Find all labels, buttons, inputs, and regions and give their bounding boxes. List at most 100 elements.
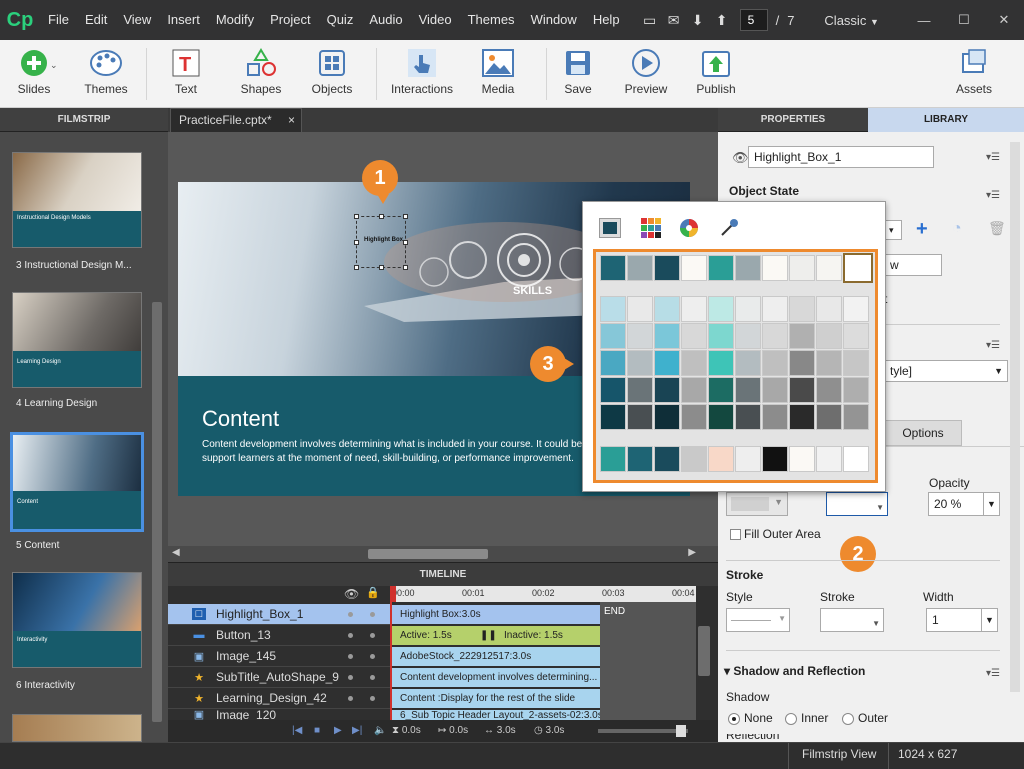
color-swatch[interactable] [708,404,734,430]
publish-button[interactable]: Publish [692,44,740,106]
slide-title[interactable]: Content [202,406,279,432]
fill-outer-color-dropdown[interactable]: ▼ [826,492,888,516]
recent-color-swatch[interactable] [816,446,842,472]
lock-icon[interactable]: 🔒 [366,586,380,599]
objects-button[interactable]: Objects [308,44,356,106]
color-swatch[interactable] [681,377,707,403]
tab-properties[interactable]: PROPERTIES [718,108,868,132]
color-swatch[interactable] [627,377,653,403]
tab-options[interactable]: Options [884,420,962,446]
panel-menu-icon[interactable]: ▾☰ [986,340,1000,351]
resize-handle[interactable] [354,265,359,270]
stop-icon[interactable]: ■ [314,725,320,736]
color-swatch[interactable] [708,255,734,281]
mail-icon[interactable]: ✉ [662,8,686,32]
properties-scrollbar[interactable] [1010,142,1020,692]
opacity-input[interactable]: 20 % ▼ [928,492,1000,516]
slide-thumbnail-6[interactable]: Interactivity [12,572,142,668]
timeline-bar[interactable]: AdobeStock_222912517:3.0s [392,647,600,666]
shadow-reflection-header[interactable]: ▾ Shadow and Reflection [724,664,865,678]
object-name-input[interactable]: Highlight_Box_1 [748,146,934,168]
color-swatch[interactable] [789,296,815,322]
recent-color-swatch[interactable] [654,446,680,472]
resize-handle[interactable] [379,265,384,270]
color-swatch[interactable] [708,377,734,403]
timeline-bar[interactable]: Active: 1.5s ❚❚ [392,626,496,645]
color-swatch[interactable] [627,296,653,322]
resize-handle[interactable] [354,214,359,219]
stroke-color-dropdown[interactable]: ▼ [820,608,884,632]
color-swatch[interactable] [816,255,842,281]
color-swatch[interactable] [654,296,680,322]
stage-horizontal-scrollbar[interactable]: ◀ ▶ [168,546,718,562]
color-swatch[interactable] [735,377,761,403]
timeline-row[interactable]: □ Highlight_Box_1 [168,604,390,625]
menu-file[interactable]: File [40,0,77,40]
recent-color-swatch[interactable] [627,446,653,472]
color-swatch[interactable] [654,377,680,403]
visibility-dot[interactable] [348,674,353,680]
interactions-button[interactable]: Interactions [390,44,454,106]
color-swatch[interactable] [843,404,869,430]
menu-audio[interactable]: Audio [361,0,410,40]
color-swatch[interactable] [627,323,653,349]
color-swatch[interactable] [654,350,680,376]
add-state-icon[interactable]: + [916,218,928,241]
rewind-icon[interactable]: |◀ [292,725,302,736]
color-swatch[interactable] [627,350,653,376]
timeline-bar[interactable]: Inactive: 1.5s [496,626,600,645]
slides-button[interactable]: Slides ⌄ [10,44,58,106]
menu-window[interactable]: Window [523,0,585,40]
visibility-dot[interactable] [348,695,353,701]
lock-dot[interactable] [370,632,375,638]
shadow-none-radio[interactable] [728,713,740,725]
tab-library[interactable]: LIBRARY [868,108,1024,132]
save-button[interactable]: Save [556,44,600,106]
color-swatch[interactable] [600,255,626,281]
color-swatch[interactable] [735,323,761,349]
fill-color-dropdown[interactable]: ▼ [726,492,788,516]
audio-icon[interactable]: 🔈 [374,725,386,736]
menu-view[interactable]: View [115,0,159,40]
state-view-field[interactable]: w [884,254,942,276]
color-swatch[interactable] [681,404,707,430]
color-swatch[interactable] [708,350,734,376]
color-swatch[interactable] [600,350,626,376]
visibility-dot[interactable] [348,653,353,659]
color-swatch[interactable] [816,296,842,322]
color-swatch[interactable] [843,323,869,349]
resize-handle[interactable] [403,265,408,270]
workspace-dropdown[interactable]: Classic ▼ [824,13,878,28]
slide-thumbnail-3[interactable]: Instructional Design Models [12,152,142,248]
color-swatch[interactable] [843,296,869,322]
close-tab-icon[interactable]: × [288,109,295,132]
zoom-slider[interactable] [598,725,688,737]
scroll-thumb[interactable] [368,549,488,559]
stroke-style-dropdown[interactable]: ▼ [726,608,790,632]
color-swatch[interactable] [600,377,626,403]
timeline-scrollbar[interactable] [698,626,710,676]
color-swatch[interactable] [816,377,842,403]
color-swatch[interactable] [708,296,734,322]
color-swatch[interactable] [681,350,707,376]
color-swatch[interactable] [600,296,626,322]
minimize-icon[interactable]: — [904,9,944,31]
eyedropper-icon[interactable] [719,218,739,238]
preview-button[interactable]: Preview [622,44,670,106]
arrow-up-icon[interactable]: ⬆ [710,8,734,32]
menu-project[interactable]: Project [262,0,318,40]
text-button[interactable]: T Text [162,44,210,106]
lock-dot[interactable] [370,695,375,701]
color-swatch[interactable] [762,377,788,403]
highlight-box-selection[interactable]: Highlight Box [354,214,408,270]
menu-video[interactable]: Video [411,0,460,40]
color-swatch[interactable] [843,253,873,283]
color-swatch[interactable] [789,404,815,430]
timeline-row[interactable]: ★ Learning_Design_42 [168,688,390,709]
scroll-right-icon[interactable]: ▶ [688,547,696,558]
color-swatch[interactable] [627,255,653,281]
color-swatch[interactable] [681,255,707,281]
color-swatch[interactable] [816,404,842,430]
state-action-icon[interactable]: ◔ [952,220,962,238]
play-icon[interactable]: ▶ [334,725,342,736]
